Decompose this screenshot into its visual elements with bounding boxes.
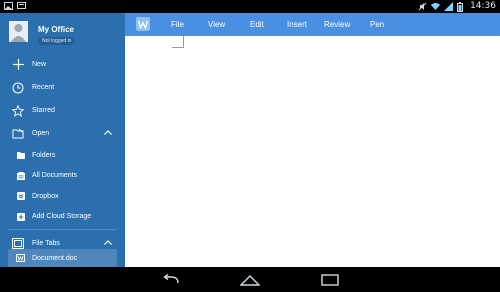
menu-item-recent[interactable]: Recent — [0, 76, 125, 99]
ribbon-toolbar: File View Edit Insert Review Pen — [125, 13, 500, 36]
login-status-badge[interactable]: Not logged in — [38, 37, 76, 45]
notification-icon — [17, 2, 26, 10]
menu-item-label: File Tabs — [32, 240, 60, 247]
sub-item-label: Folders — [32, 151, 56, 159]
recent-apps-icon[interactable] — [321, 273, 339, 291]
avatar[interactable] — [9, 21, 28, 42]
menu-item-new[interactable]: New — [0, 53, 125, 76]
battery-icon — [457, 2, 466, 12]
tab-edit[interactable]: Edit — [250, 20, 264, 29]
sub-item-dropbox[interactable]: Dropbox — [0, 186, 125, 207]
tab-file[interactable]: File — [171, 20, 184, 29]
folder-icon — [16, 151, 26, 159]
menu-item-label: New — [32, 61, 47, 68]
page-corner-marker — [172, 36, 184, 48]
menu-item-label: Open — [32, 130, 50, 137]
star-icon — [8, 104, 28, 117]
back-icon[interactable] — [162, 273, 180, 291]
sidebar: My Office Not logged in New Recent Starr… — [0, 13, 125, 267]
add-cloud-icon — [16, 212, 26, 221]
sub-item-add-cloud-storage[interactable]: Add Cloud Storage — [0, 207, 125, 228]
document-canvas[interactable] — [125, 36, 500, 267]
tab-insert[interactable]: Insert — [287, 20, 307, 29]
sub-item-folders[interactable]: Folders — [0, 145, 125, 166]
wifi-icon — [431, 2, 441, 10]
chevron-up-icon[interactable] — [104, 130, 112, 137]
sub-item-label: All Documents — [32, 172, 78, 180]
status-bar: 14:36 — [0, 0, 500, 13]
sub-item-label: Add Cloud Storage — [32, 213, 92, 221]
folder-open-icon — [8, 128, 28, 139]
clock-icon — [8, 82, 28, 94]
gallery-icon — [4, 2, 13, 10]
chevron-up-icon[interactable] — [104, 240, 112, 247]
signal-icon — [444, 2, 454, 11]
navigation-bar — [0, 267, 500, 292]
app-logo-icon[interactable] — [136, 17, 150, 31]
documents-icon — [16, 171, 26, 180]
divider — [8, 229, 117, 230]
account-header[interactable]: My Office Not logged in — [0, 13, 125, 53]
tab-pen[interactable]: Pen — [370, 20, 384, 29]
mute-icon — [418, 2, 427, 11]
word-document-icon — [16, 253, 25, 264]
sub-item-label: Dropbox — [32, 192, 59, 200]
sub-item-all-documents[interactable]: All Documents — [0, 166, 125, 187]
document-name: Document.doc — [32, 255, 78, 262]
file-tabs-icon — [8, 238, 28, 249]
tab-view[interactable]: View — [208, 20, 225, 29]
account-name: My Office — [38, 25, 75, 34]
dropbox-icon — [16, 192, 26, 201]
menu-item-label: Starred — [32, 107, 55, 114]
clock-time: 14:36 — [470, 1, 496, 11]
menu-item-starred[interactable]: Starred — [0, 99, 125, 122]
menu-item-open[interactable]: Open — [0, 122, 125, 145]
tab-review[interactable]: Review — [324, 20, 350, 29]
open-document-tab[interactable]: Document.doc — [8, 249, 117, 267]
home-icon[interactable] — [239, 273, 261, 291]
menu-item-label: Recent — [32, 84, 55, 91]
plus-icon — [8, 59, 28, 70]
